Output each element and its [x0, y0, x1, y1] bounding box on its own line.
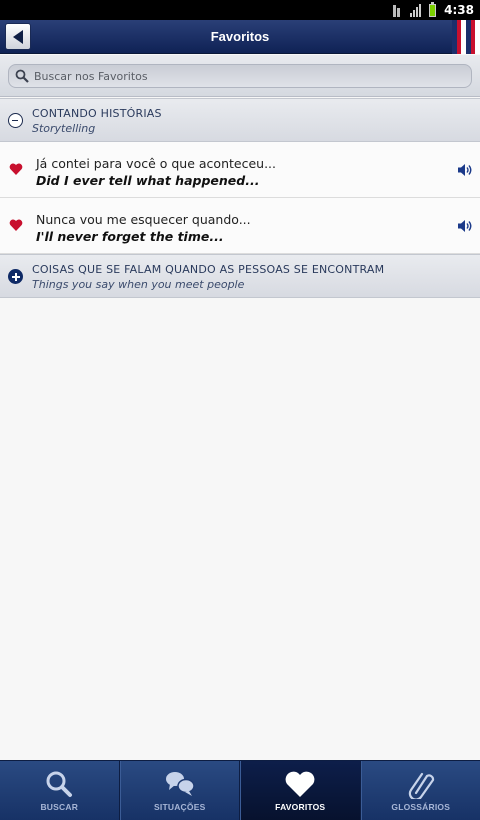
status-bar: 4:38: [0, 0, 480, 20]
speech-bubbles-icon: [165, 772, 195, 796]
section-header-storytelling[interactable]: CONTANDO HISTÓRIAS Storytelling: [0, 98, 480, 142]
heart-icon[interactable]: [9, 162, 23, 176]
tab-glossarios[interactable]: GLOSSÁRIOS: [360, 761, 480, 820]
tab-label: FAVORITOS: [275, 802, 326, 812]
data-signal-icon: [393, 3, 401, 17]
phrase-portuguese: Nunca vou me esquecer quando...: [36, 212, 251, 227]
bottom-tab-bar: BUSCAR SITUAÇÕES FAVORITOS GLOSSÁRIOS: [0, 760, 480, 820]
speaker-icon[interactable]: [457, 162, 473, 178]
heart-icon[interactable]: [9, 218, 23, 232]
tab-label: SITUAÇÕES: [154, 802, 206, 812]
page-title: Favoritos: [210, 29, 270, 44]
tab-label: BUSCAR: [40, 802, 79, 812]
tab-label: GLOSSÁRIOS: [391, 802, 451, 812]
heart-icon: [285, 771, 315, 797]
tab-buscar[interactable]: BUSCAR: [0, 761, 120, 820]
section-title: CONTANDO HISTÓRIAS: [32, 107, 162, 120]
collapse-icon: [8, 113, 23, 128]
search-box[interactable]: [8, 64, 472, 88]
search-icon: [15, 69, 29, 83]
phrase-english: I'll never forget the time...: [36, 229, 224, 244]
search-icon: [46, 771, 73, 797]
tab-situacoes[interactable]: SITUAÇÕES: [119, 761, 240, 820]
title-bar: Favoritos: [0, 20, 480, 54]
search-area: [0, 55, 480, 97]
speaker-icon[interactable]: [457, 218, 473, 234]
search-input[interactable]: [34, 69, 454, 83]
section-title: COISAS QUE SE FALAM QUANDO AS PESSOAS SE…: [32, 263, 385, 276]
section-header-meeting-people[interactable]: COISAS QUE SE FALAM QUANDO AS PESSOAS SE…: [0, 254, 480, 298]
phrase-row[interactable]: Nunca vou me esquecer quando... I'll nev…: [0, 198, 480, 254]
signal-bars-icon: [409, 3, 422, 17]
tab-favoritos[interactable]: FAVORITOS: [240, 761, 361, 820]
section-subtitle: Things you say when you meet people: [32, 278, 245, 291]
phrase-portuguese: Já contei para você o que aconteceu...: [36, 156, 276, 171]
expand-icon: [8, 269, 23, 284]
section-subtitle: Storytelling: [32, 122, 96, 135]
battery-icon: [429, 2, 437, 17]
phrase-row[interactable]: Já contei para você o que aconteceu... D…: [0, 142, 480, 198]
flag-decoration: [452, 20, 480, 54]
phrase-english: Did I ever tell what happened...: [36, 173, 260, 188]
status-time: 4:38: [444, 3, 474, 17]
paperclip-icon: [408, 772, 434, 799]
list-empty-area: [0, 298, 480, 760]
